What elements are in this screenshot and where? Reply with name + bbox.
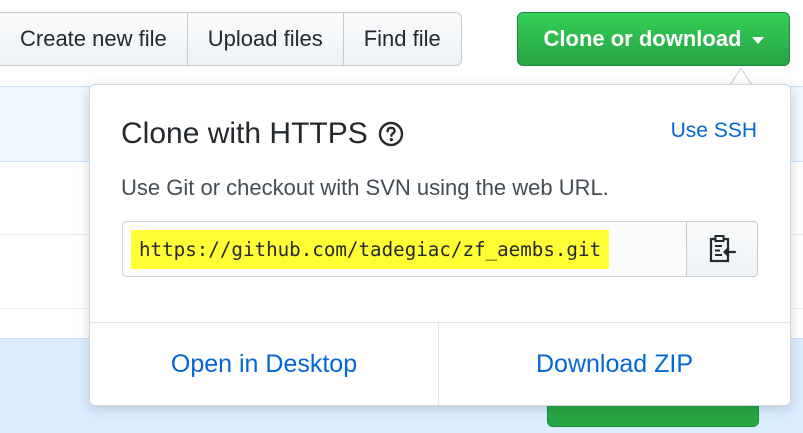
use-ssh-link[interactable]: Use SSH xyxy=(671,119,757,143)
clone-description: Use Git or checkout with SVN using the w… xyxy=(121,175,609,200)
question-circle-icon[interactable] xyxy=(378,121,404,147)
copy-url-button[interactable] xyxy=(686,221,758,277)
create-new-file-label: Create new file xyxy=(20,26,167,51)
find-file-button[interactable]: Find file xyxy=(343,12,462,66)
upload-files-label: Upload files xyxy=(207,26,323,51)
clone-popover: Clone with HTTPS Use SSH Use Git or chec… xyxy=(89,84,791,406)
clone-or-download-button[interactable]: Clone or download xyxy=(517,12,790,66)
popover-arrow-fill xyxy=(731,69,751,85)
clone-url-text: https://github.com/tadegiac/zf_aembs.git xyxy=(131,229,610,269)
popover-footer: Open in Desktop Download ZIP xyxy=(90,322,790,405)
create-new-file-button[interactable]: Create new file xyxy=(0,12,188,66)
clone-or-download-label: Clone or download xyxy=(543,26,742,51)
file-actions-group: Create new file Upload files Find file xyxy=(0,12,462,66)
caret-down-icon xyxy=(751,36,764,44)
clipboard-icon xyxy=(709,235,737,263)
popover-title-text: Clone with HTTPS xyxy=(121,117,368,150)
download-zip-link[interactable]: Download ZIP xyxy=(439,323,790,405)
upload-files-button[interactable]: Upload files xyxy=(187,12,344,66)
find-file-label: Find file xyxy=(363,26,441,51)
clone-url-group: https://github.com/tadegiac/zf_aembs.git xyxy=(122,221,758,277)
popover-title: Clone with HTTPS xyxy=(121,117,404,151)
clone-url-input[interactable]: https://github.com/tadegiac/zf_aembs.git xyxy=(122,221,686,277)
open-in-desktop-link[interactable]: Open in Desktop xyxy=(90,323,439,405)
